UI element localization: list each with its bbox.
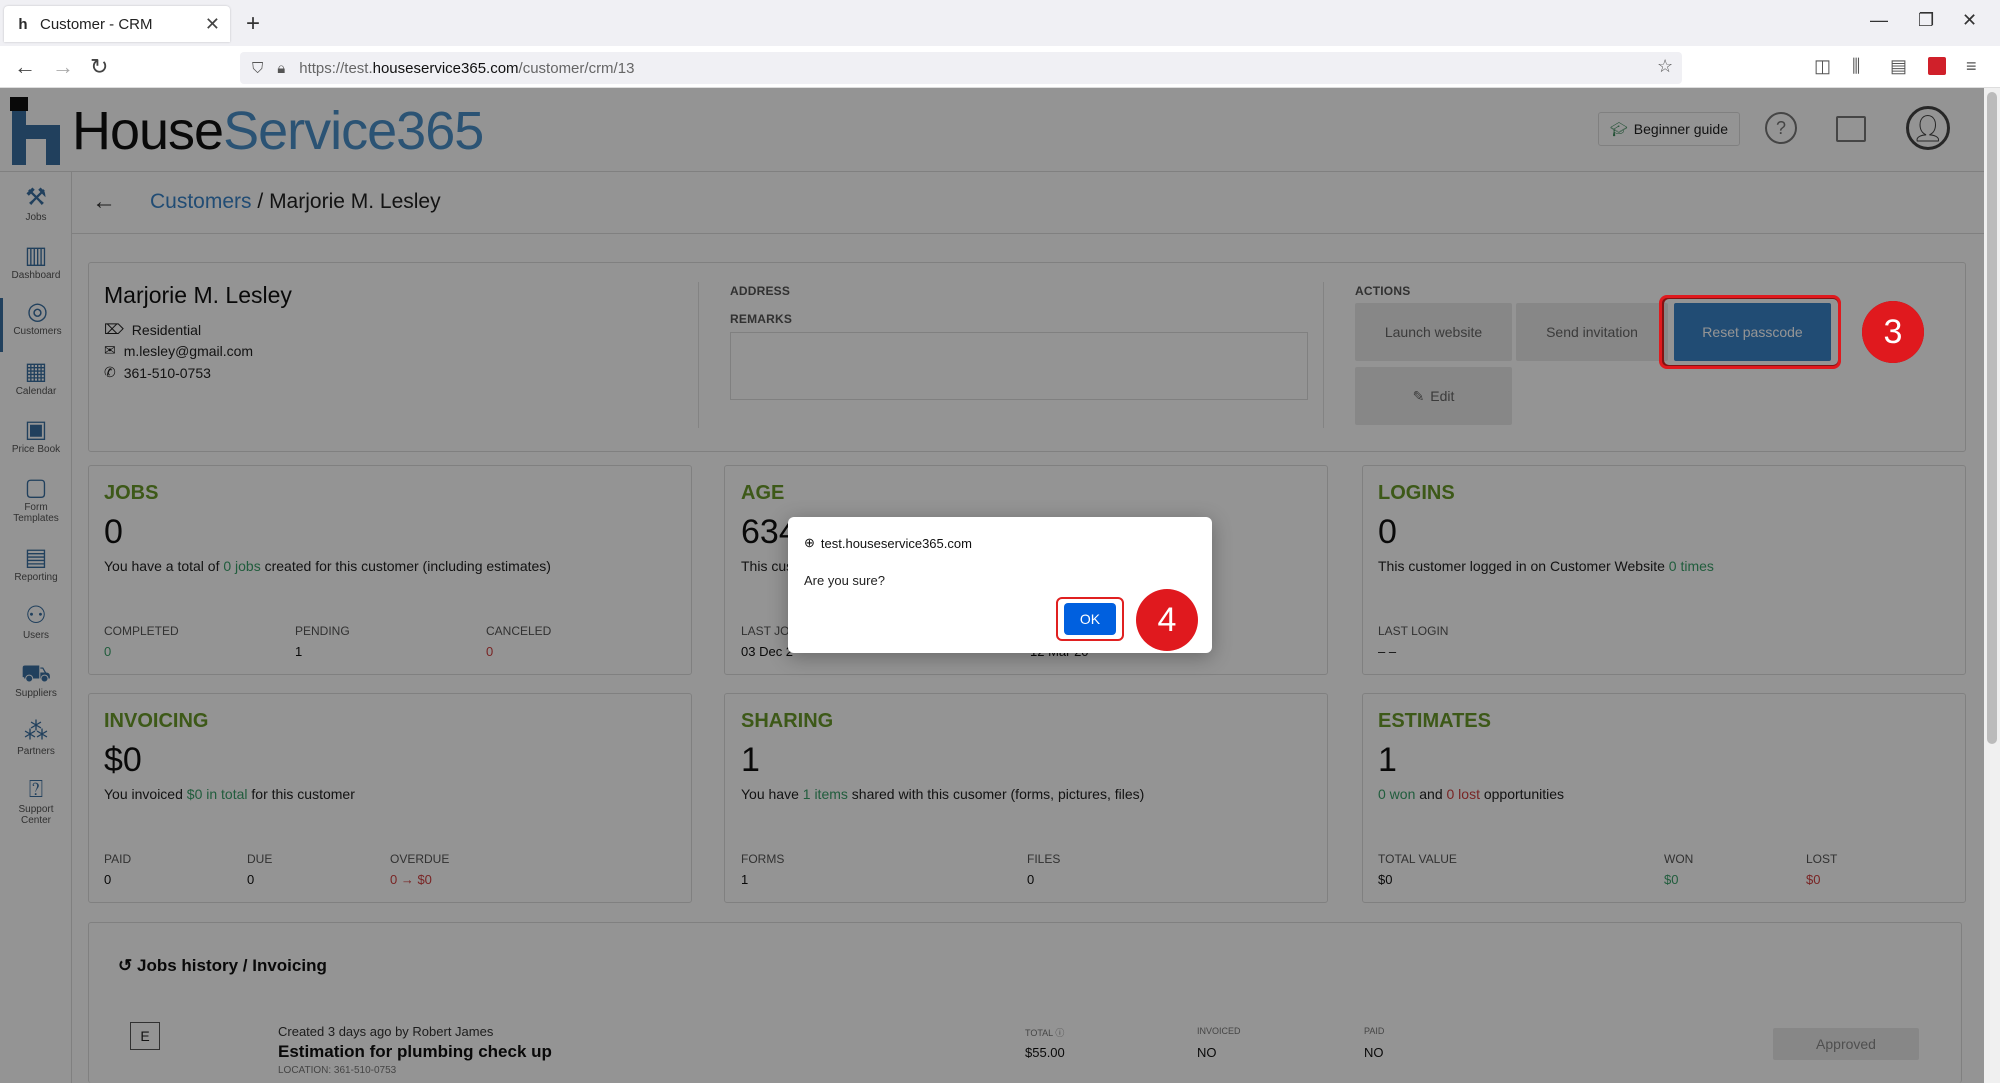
tab-title: Customer - CRM <box>40 15 153 33</box>
sidebar-icon[interactable]: ▤ <box>1890 56 1907 77</box>
close-window-icon[interactable]: ✕ <box>1962 10 1977 31</box>
back-icon[interactable]: ← <box>14 54 36 80</box>
favicon-icon: h <box>18 15 28 33</box>
close-tab-icon[interactable]: ✕ <box>205 14 220 35</box>
highlight-reset-ring-top <box>1659 295 1841 369</box>
restore-icon[interactable]: ❐ <box>1918 10 1934 31</box>
ok-button[interactable]: OK <box>1064 603 1116 635</box>
step-3-badge-top: 3 <box>1862 301 1924 363</box>
url-bar[interactable]: ⛉ 🔒︎ https://test. houseservice365.com/cu… <box>240 52 1682 84</box>
url-prefix: https://test. <box>299 59 373 77</box>
extension-icon[interactable] <box>1928 57 1946 75</box>
url-domain: houseservice365.com <box>372 59 519 77</box>
dialog-message: Are you sure? <box>804 573 885 588</box>
scrollbar-thumb[interactable] <box>1987 92 1997 744</box>
shield-icon: ⛉ <box>252 59 264 77</box>
reload-icon[interactable]: ↻ <box>90 54 108 80</box>
step-4-badge: 4 <box>1136 589 1198 651</box>
browser-tab-bar <box>0 0 2000 46</box>
url-path: /customer/crm/13 <box>518 59 635 77</box>
pocket-icon[interactable]: ◫ <box>1814 56 1831 77</box>
library-icon[interactable]: ⫼ <box>1852 56 1860 77</box>
forward-icon[interactable]: → <box>52 54 74 80</box>
new-tab-icon[interactable]: + <box>246 10 260 38</box>
globe-icon: ⊕ <box>804 535 815 550</box>
minimize-icon[interactable]: — <box>1870 10 1888 31</box>
lock-icon: 🔒︎ <box>277 59 286 77</box>
confirm-dialog: ⊕ test.houseservice365.com Are you sure?… <box>788 517 1212 653</box>
menu-icon[interactable]: ≡ <box>1966 56 1977 77</box>
bookmark-star-icon[interactable]: ☆ <box>1657 56 1673 77</box>
dialog-origin-row: ⊕ test.houseservice365.com <box>804 535 972 551</box>
browser-tab[interactable]: h Customer - CRM ✕ <box>4 6 230 42</box>
dialog-origin: test.houseservice365.com <box>820 535 972 551</box>
